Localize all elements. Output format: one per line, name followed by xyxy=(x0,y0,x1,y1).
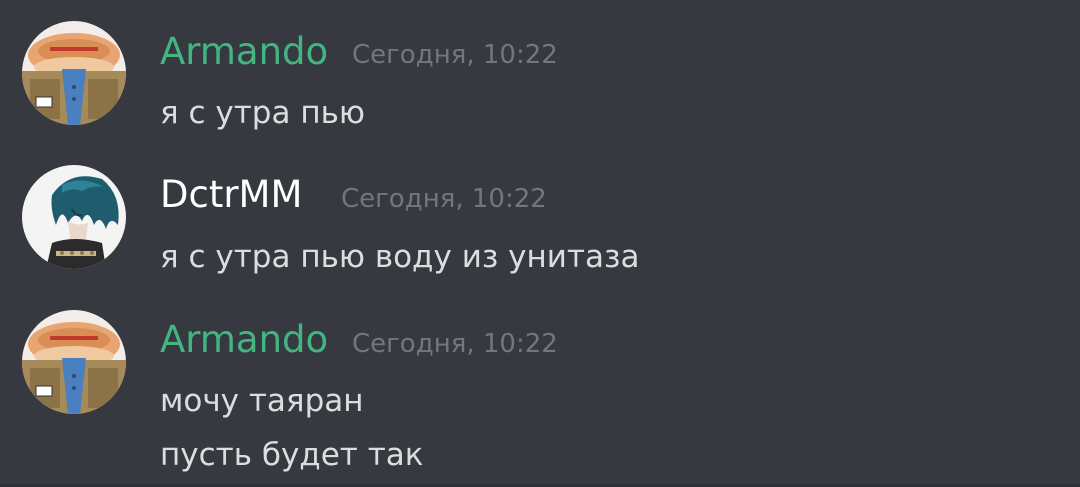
avatar[interactable] xyxy=(22,21,126,125)
message-author[interactable]: Armando xyxy=(160,318,328,362)
avatar[interactable] xyxy=(22,165,126,269)
anime-character-avatar-icon xyxy=(22,165,126,269)
message-timestamp: Сегодня, 10:22 xyxy=(352,40,558,70)
message-author[interactable]: Armando xyxy=(160,30,328,74)
chat-message-list: Armando Сегодня, 10:22 я с утра пью Dctr… xyxy=(0,0,1080,487)
message-text: я с утра пью воду из унитаза xyxy=(160,239,640,275)
message-text: я с утра пью xyxy=(160,95,365,131)
message-timestamp: Сегодня, 10:22 xyxy=(352,329,558,359)
avatar[interactable] xyxy=(22,310,126,414)
message-timestamp: Сегодня, 10:22 xyxy=(341,184,547,214)
message-text: пусть будет так xyxy=(160,437,424,473)
cat-avatar-icon xyxy=(22,21,126,125)
message-text: мочу таяран xyxy=(160,383,364,419)
message-author[interactable]: DctrMM xyxy=(160,173,302,217)
cat-avatar-icon xyxy=(22,310,126,414)
